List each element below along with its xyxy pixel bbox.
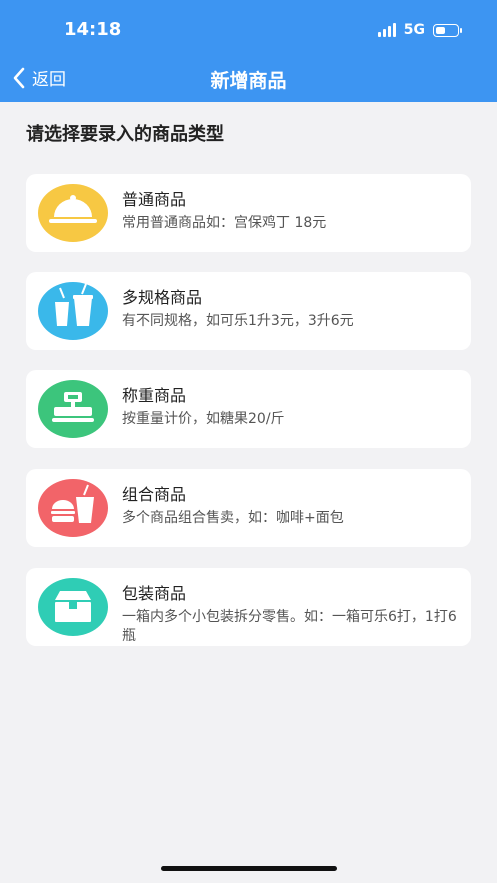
item-desc: 一箱内多个小包装拆分零售。如：一箱可乐6打，1打6瓶	[122, 609, 457, 644]
drinks-icon	[38, 282, 108, 340]
status-time: 14:18	[64, 19, 122, 40]
top-bar: 14:18 5G 返回 新增商品	[0, 0, 497, 102]
item-name: 普通商品	[122, 190, 187, 209]
combo-meal-icon	[38, 479, 108, 537]
home-indicator[interactable]	[161, 866, 337, 871]
product-type-weighted[interactable]: 称重商品 按重量计价，如糖果20/斤	[26, 370, 471, 448]
item-desc: 有不同规格，如可乐1升3元，3升6元	[122, 313, 354, 329]
item-name: 包装商品	[122, 584, 187, 603]
network-type: 5G	[403, 22, 425, 38]
box-icon	[38, 578, 108, 636]
item-name: 组合商品	[122, 485, 187, 504]
product-type-package[interactable]: 包装商品 一箱内多个小包装拆分零售。如：一箱可乐6打，1打6瓶	[26, 568, 471, 646]
product-type-normal[interactable]: 普通商品 常用普通商品如：宫保鸡丁 18元	[26, 174, 471, 252]
product-type-multi-spec[interactable]: 多规格商品 有不同规格，如可乐1升3元，3升6元	[26, 272, 471, 350]
product-type-combo[interactable]: 组合商品 多个商品组合售卖，如：咖啡+面包	[26, 469, 471, 547]
item-desc: 多个商品组合售卖，如：咖啡+面包	[122, 510, 344, 526]
scale-icon	[38, 380, 108, 438]
page-title: 新增商品	[210, 70, 287, 92]
item-desc: 按重量计价，如糖果20/斤	[122, 411, 285, 427]
section-title: 请选择要录入的商品类型	[26, 124, 224, 145]
status-indicators: 5G	[377, 22, 462, 38]
battery-icon	[433, 23, 462, 37]
item-name: 称重商品	[122, 386, 187, 405]
cloche-icon	[38, 184, 108, 242]
signal-icon	[377, 23, 396, 37]
item-desc: 常用普通商品如：宫保鸡丁 18元	[122, 215, 327, 231]
item-name: 多规格商品	[122, 288, 203, 307]
